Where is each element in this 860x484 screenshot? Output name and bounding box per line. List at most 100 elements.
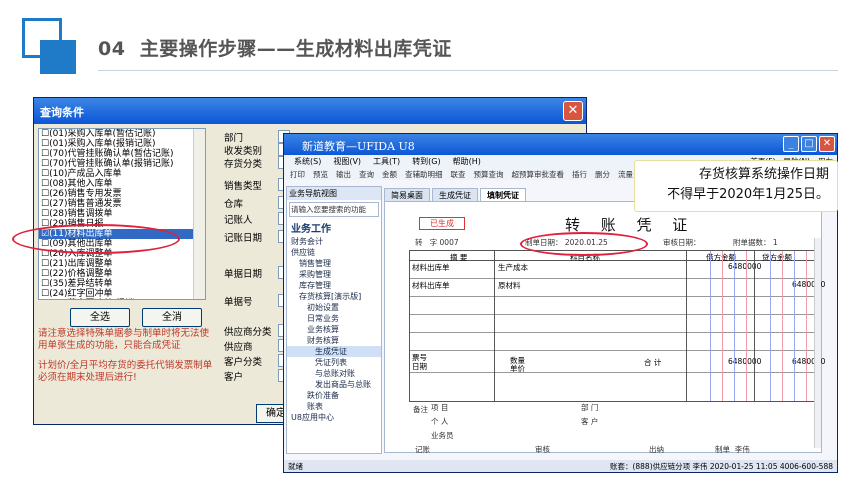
field-label: 供应商分类 <box>224 327 272 338</box>
list-item[interactable]: ☐(01)采购入库单(报销记账) <box>39 139 205 149</box>
sidebar-tree-item[interactable]: U8应用中心 <box>287 412 381 423</box>
field-label: 存货分类 <box>224 159 263 170</box>
menu-item[interactable]: 帮助(H) <box>453 156 481 167</box>
total-row: 票号 日期 数量 单价 合 计 6480000 6480000 <box>410 351 825 373</box>
toolbar-button[interactable]: 删分 <box>595 169 610 179</box>
sidebar-tree-item[interactable]: 账表 <box>287 401 381 412</box>
list-item[interactable]: ☐(21)出库调整单 <box>39 259 205 269</box>
sidebar-tree-item[interactable]: 采购管理 <box>287 269 381 280</box>
sidebar-tree-item[interactable]: 跌价准备 <box>287 390 381 401</box>
sidebar-tree-item[interactable]: 凭证列表 <box>287 357 381 368</box>
cell-account: 原材料 <box>498 281 521 290</box>
slide-title: 04 主要操作步骤——生成材料出库凭证 <box>98 38 452 60</box>
toolbar-button[interactable]: 预览 <box>313 169 328 179</box>
sidebar-tree-item[interactable]: 发出商品与总账 <box>287 379 381 390</box>
list-item[interactable]: ☐(08)其他入库单 <box>39 179 205 189</box>
field-label: 销售类型 <box>224 181 263 192</box>
list-scrollbar[interactable] <box>193 129 205 299</box>
list-item[interactable]: ☐(25)蓝字回冲单(报销) <box>39 299 205 300</box>
select-none-button[interactable]: 全消 <box>142 308 202 327</box>
list-item[interactable]: ☐(01)采购入库单(暂估记账) <box>39 129 205 139</box>
status-left: 就绪 <box>288 462 303 471</box>
audit-label: 审核 <box>535 445 550 454</box>
total-label: 合 计 <box>644 358 662 367</box>
list-item[interactable]: ☐(10)产成品入库单 <box>39 169 205 179</box>
sidebar-tree-item[interactable]: 销售管理 <box>287 258 381 269</box>
sidebar-tree-item[interactable]: 财务核算 <box>287 335 381 346</box>
note-label: 备注 <box>413 405 428 414</box>
generated-stamp: 已生成 <box>419 217 465 230</box>
salesman-label: 业务员 <box>431 431 454 440</box>
field-label: 供应商 <box>224 342 253 353</box>
list-item[interactable]: ☐(26)销售专用发票 <box>39 189 205 199</box>
minimize-icon[interactable]: _ <box>783 136 799 152</box>
sidebar-section-title: 业务工作 <box>291 224 331 235</box>
menu-item[interactable]: 转到(G) <box>412 156 440 167</box>
table-row[interactable] <box>410 297 818 315</box>
menu-item[interactable]: 工具(T) <box>373 156 400 167</box>
voucher-scrollbar[interactable] <box>814 238 821 448</box>
field-label: 客户分类 <box>224 357 263 368</box>
field-label: 单据日期 <box>224 269 263 280</box>
select-all-button[interactable]: 全选 <box>70 308 130 327</box>
sidebar-tree-item[interactable]: 业务核算 <box>287 324 381 335</box>
highlight-ellipse-list <box>12 224 180 254</box>
close-icon[interactable]: ✕ <box>563 101 583 121</box>
toolbar-button[interactable]: 预算查询 <box>474 169 504 179</box>
sidebar-tree-item[interactable]: 与总账对账 <box>287 368 381 379</box>
function-search-input[interactable]: 请输入您要搜索的功能 <box>289 202 379 217</box>
toolbar-button[interactable]: 流量 <box>618 169 633 179</box>
attachments: 附单据数： 1 <box>733 238 778 247</box>
list-item[interactable]: ☐(24)红字回冲单 <box>39 289 205 299</box>
toolbar-button[interactable]: 输出 <box>336 169 351 179</box>
toolbar-button[interactable]: 金额 <box>382 169 397 179</box>
list-item[interactable]: ☐(28)销售调拨单 <box>39 209 205 219</box>
toolbar-button[interactable]: 插行 <box>572 169 587 179</box>
field-label: 记账人 <box>224 215 253 226</box>
toolbar-button[interactable]: 查询 <box>359 169 374 179</box>
date-row-label: 日期 <box>412 362 427 371</box>
field-label: 客户 <box>224 372 244 383</box>
field-label: 部门 <box>224 133 244 144</box>
ufida-title: 新道教育—UFIDA U8 <box>302 140 415 153</box>
callout-note: 存货核算系统操作日期 不得早于2020年1月25日。 <box>634 160 838 212</box>
status-bar: 就绪 账套：(888)供应链分项 李伟 2020-01-25 11:05 400… <box>284 460 837 472</box>
unit-price-label: 单价 <box>510 364 525 373</box>
nav-sidebar: 业务导航视图 请输入您要搜索的功能 业务工作 财务会计 供应链 销售管理 采购管理 库存… <box>286 186 382 454</box>
table-row[interactable] <box>410 333 818 351</box>
list-item[interactable]: ☐(70)代管挂账确认单(暂估记账) <box>39 149 205 159</box>
list-item[interactable]: ☐(22)价格调整单 <box>39 269 205 279</box>
list-item[interactable]: ☐(70)代管挂账确认单(报销记账) <box>39 159 205 169</box>
table-row[interactable] <box>410 315 818 333</box>
sidebar-tree-item[interactable]: 生成凭证 <box>287 346 381 357</box>
toolbar-button[interactable]: 查辅助明细 <box>405 169 443 179</box>
table-row[interactable]: 材料出库单 原材料 6480000 <box>410 279 825 297</box>
maker-label: 制单 李伟 <box>715 445 750 454</box>
field-label: 单据号 <box>224 297 253 308</box>
sidebar-tree-item[interactable]: 库存管理 <box>287 280 381 291</box>
menu-item[interactable]: 系统(S) <box>294 156 321 167</box>
sidebar-tree-item[interactable]: 初始设置 <box>287 302 381 313</box>
callout-line1: 存货核算系统操作日期 <box>698 167 829 182</box>
cashier-label: 出纳 <box>649 445 664 454</box>
decor-square-filled <box>40 40 76 74</box>
close-icon[interactable]: ✕ <box>819 136 835 152</box>
toolbar-button[interactable]: 超预算审批查看 <box>512 169 565 179</box>
field-label: 收发类别 <box>224 146 263 157</box>
list-item[interactable]: ☐(27)销售普通发票 <box>39 199 205 209</box>
sidebar-tree-item[interactable]: 存货核算[演示版] <box>287 291 381 302</box>
sidebar-tree-item[interactable]: 供应链 <box>287 247 381 258</box>
sidebar-tree-item[interactable]: 日常业务 <box>287 313 381 324</box>
toolbar-button[interactable]: 打印 <box>290 169 305 179</box>
list-item[interactable]: ☐(35)差异结转单 <box>39 279 205 289</box>
sidebar-tree-item[interactable]: 财务会计 <box>287 236 381 247</box>
highlight-ellipse-date <box>520 232 648 256</box>
bill-type-list[interactable]: ☐(01)采购入库单(暂估记账) ☐(01)采购入库单(报销记账) ☐(70)代管挂… <box>38 128 206 300</box>
note-consignment: 计划价/全月平均存货的委托代销发票制单必须在期末处理后进行! <box>38 360 213 383</box>
cell-summary: 材料出库单 <box>412 281 450 290</box>
table-row[interactable]: 材料出库单 生产成本 6480000 <box>410 261 818 279</box>
maximize-icon[interactable]: □ <box>801 136 817 152</box>
menu-item[interactable]: 视图(V) <box>333 156 361 167</box>
total-debit: 6480000 <box>728 357 762 366</box>
toolbar-button[interactable]: 联查 <box>451 169 466 179</box>
